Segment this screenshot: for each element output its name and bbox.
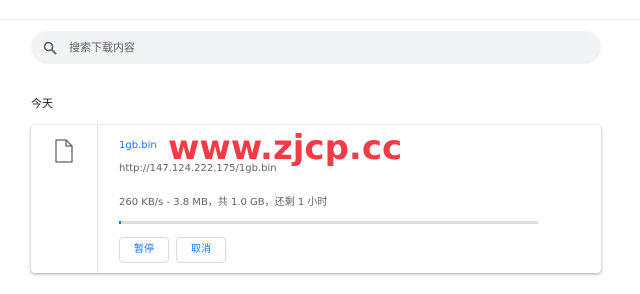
search-bar[interactable]: [31, 31, 601, 64]
search-input[interactable]: [69, 31, 589, 64]
pause-button[interactable]: 暂停: [119, 237, 169, 263]
file-name-link[interactable]: 1gb.bin: [119, 140, 157, 151]
file-icon: [55, 139, 73, 163]
cancel-button[interactable]: 取消: [176, 237, 226, 263]
file-icon-cell: [31, 125, 98, 273]
downloads-page: 今天 1gb.bin http://147.124.222.175/1gb.bi…: [0, 0, 640, 294]
download-progress-bar: [119, 221, 538, 224]
date-section-label: 今天: [31, 97, 53, 110]
download-status: 260 KB/s - 3.8 MB，共 1.0 GB，还剩 1 小时: [119, 197, 328, 208]
top-strip: [0, 0, 640, 20]
download-progress-fill: [119, 221, 121, 224]
search-icon: [43, 40, 57, 55]
watermark-text: www.zjcp.cc: [168, 128, 403, 168]
